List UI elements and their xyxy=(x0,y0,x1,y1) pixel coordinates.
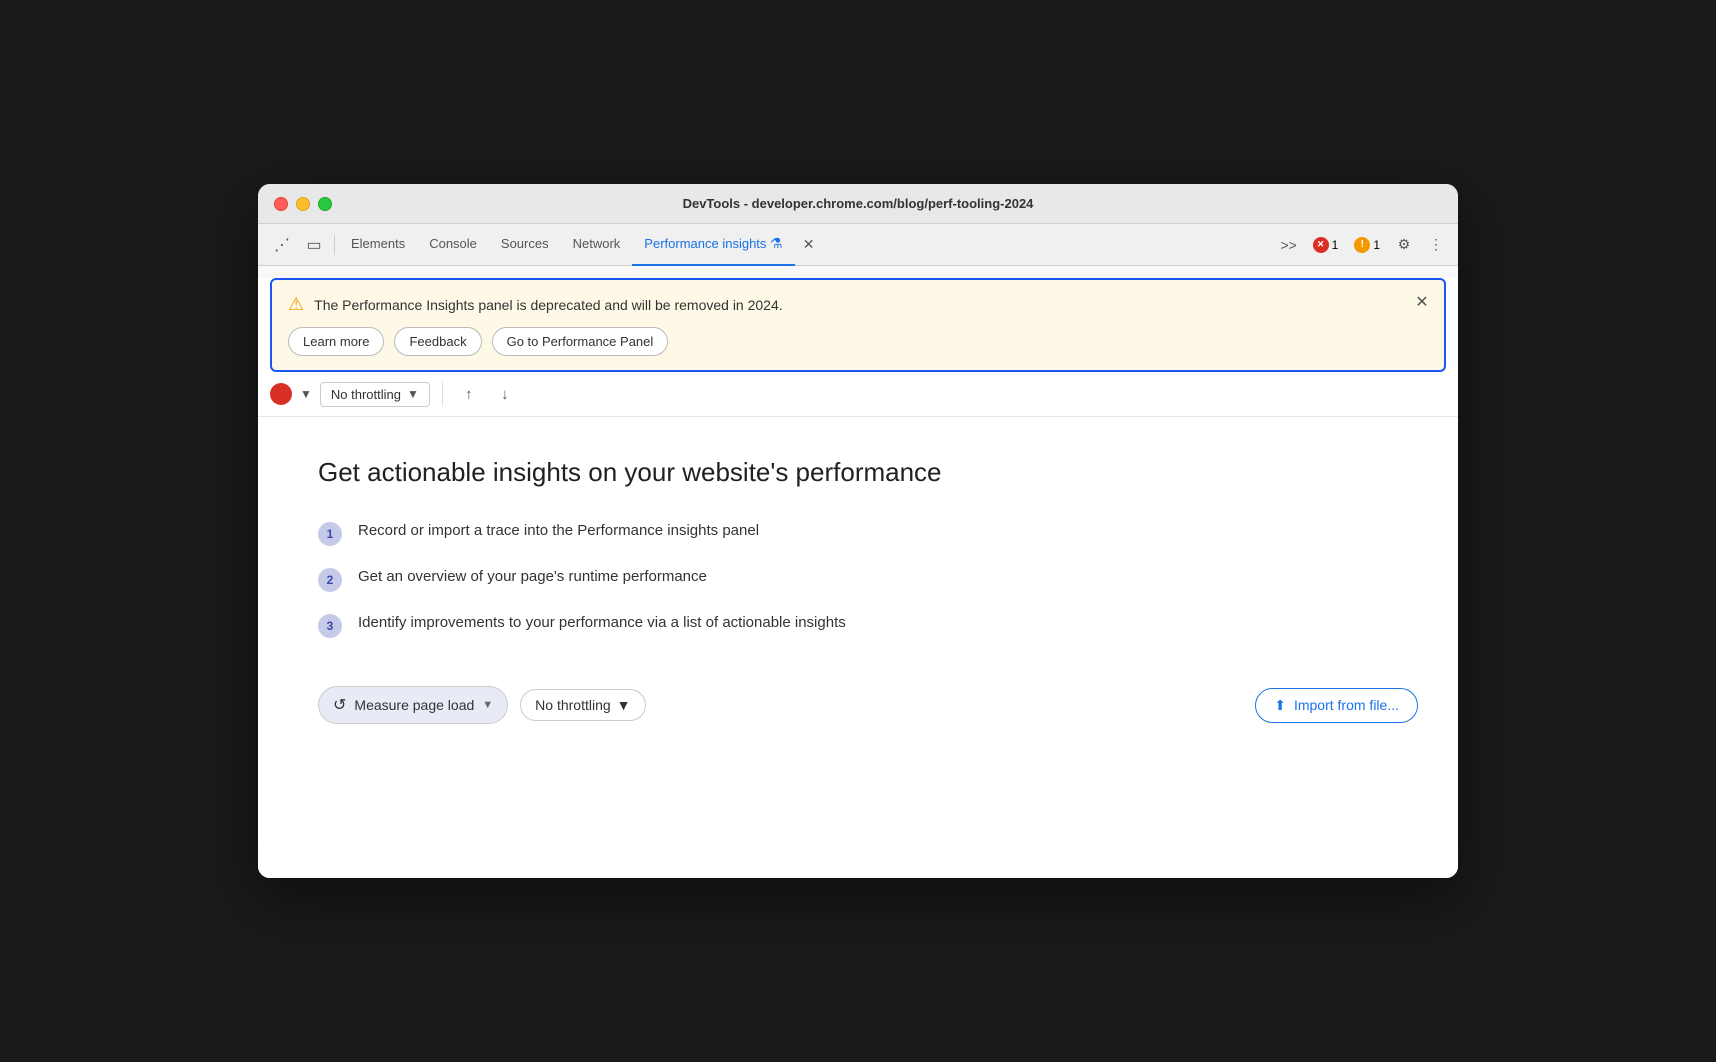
step-item-3: 3 Identify improvements to your performa… xyxy=(318,612,1418,638)
banner-message: The Performance Insights panel is deprec… xyxy=(314,297,783,313)
banner-close-button[interactable]: ✕ xyxy=(1410,290,1434,314)
measure-page-load-button[interactable]: ↺ Measure page load ▼ xyxy=(318,686,508,724)
warning-icon-small: ! xyxy=(1361,239,1364,250)
close-icon: ✕ xyxy=(1415,292,1428,312)
bottom-throttling-dropdown[interactable]: No throttling ▼ xyxy=(520,689,645,721)
more-tabs-btn[interactable]: >> xyxy=(1275,231,1303,259)
title-bar: DevTools - developer.chrome.com/blog/per… xyxy=(258,184,1458,224)
close-button[interactable] xyxy=(274,197,288,211)
error-badge[interactable]: ✕ 1 xyxy=(1307,235,1345,255)
download-icon: ↓ xyxy=(501,386,509,403)
warning-badge[interactable]: ! 1 xyxy=(1348,235,1386,255)
download-button[interactable]: ↓ xyxy=(491,380,519,408)
panel-content: ⚠ The Performance Insights panel is depr… xyxy=(258,278,1458,878)
banner-text-row: ⚠ The Performance Insights panel is depr… xyxy=(288,294,1428,315)
toolbar-sep xyxy=(442,382,443,406)
step-number-1: 1 xyxy=(318,522,342,546)
step-number-2: 2 xyxy=(318,568,342,592)
tabs-bar: ⋰ ▭ Elements Console Sources Network Per… xyxy=(258,224,1458,266)
more-menu-btn[interactable]: ⋮ xyxy=(1422,231,1450,259)
error-dot: ✕ xyxy=(1313,237,1329,253)
tab-separator-left xyxy=(334,235,335,255)
tab-elements[interactable]: Elements xyxy=(339,224,417,266)
import-upload-icon: ⬆ xyxy=(1274,697,1286,714)
step-text-2: Get an overview of your page's runtime p… xyxy=(358,566,707,589)
feedback-button[interactable]: Feedback xyxy=(394,327,481,356)
steps-list: 1 Record or import a trace into the Perf… xyxy=(318,520,1418,638)
settings-btn[interactable]: ⚙ xyxy=(1390,231,1418,259)
throttling-arrow: ▼ xyxy=(407,387,419,401)
step-number-3: 3 xyxy=(318,614,342,638)
step-item-1: 1 Record or import a trace into the Perf… xyxy=(318,520,1418,546)
devtools-body: ⋰ ▭ Elements Console Sources Network Per… xyxy=(258,224,1458,878)
close-icon-small: ✕ xyxy=(1317,239,1325,250)
warning-count: 1 xyxy=(1373,238,1380,252)
device-icon: ▭ xyxy=(306,235,321,255)
tab-network[interactable]: Network xyxy=(561,224,633,266)
import-from-file-button[interactable]: ⬆ Import from file... xyxy=(1255,688,1418,723)
error-count: 1 xyxy=(1332,238,1339,252)
step-text-3: Identify improvements to your performanc… xyxy=(358,612,846,635)
step-item-2: 2 Get an overview of your page's runtime… xyxy=(318,566,1418,592)
more-menu-icon: ⋮ xyxy=(1429,236,1443,253)
tab-console[interactable]: Console xyxy=(417,224,489,266)
selector-icon: ⋰ xyxy=(274,235,290,255)
recording-toolbar: ▼ No throttling ▼ ↑ ↓ xyxy=(258,372,1458,417)
tabs-right: >> ✕ 1 ! 1 ⚙ ⋮ xyxy=(1275,231,1450,259)
window-title: DevTools - developer.chrome.com/blog/per… xyxy=(683,196,1034,211)
banner-buttons: Learn more Feedback Go to Performance Pa… xyxy=(288,327,1428,356)
close-icon: ✕ xyxy=(803,236,815,253)
throttling-label: No throttling xyxy=(331,387,401,402)
device-icon-btn[interactable]: ▭ xyxy=(298,229,330,261)
refresh-icon: ↺ xyxy=(333,695,346,715)
flask-icon: ⚗ xyxy=(770,235,783,252)
throttling-dropdown[interactable]: No throttling ▼ xyxy=(320,382,430,407)
tab-performance-insights[interactable]: Performance insights ⚗ xyxy=(632,224,794,266)
record-button[interactable] xyxy=(270,383,292,405)
main-heading: Get actionable insights on your website'… xyxy=(318,457,1418,488)
warning-dot: ! xyxy=(1354,237,1370,253)
tab-sources[interactable]: Sources xyxy=(489,224,561,266)
record-dropdown-arrow[interactable]: ▼ xyxy=(300,387,312,401)
minimize-button[interactable] xyxy=(296,197,310,211)
banner-inner: ⚠ The Performance Insights panel is depr… xyxy=(288,294,1428,356)
bottom-toolbar: ↺ Measure page load ▼ No throttling ▼ ⬆ … xyxy=(318,686,1418,744)
selector-icon-btn[interactable]: ⋰ xyxy=(266,229,298,261)
maximize-button[interactable] xyxy=(318,197,332,211)
go-to-panel-button[interactable]: Go to Performance Panel xyxy=(492,327,669,356)
step-text-1: Record or import a trace into the Perfor… xyxy=(358,520,759,543)
learn-more-button[interactable]: Learn more xyxy=(288,327,384,356)
upload-icon: ↑ xyxy=(465,386,473,403)
devtools-window: DevTools - developer.chrome.com/blog/per… xyxy=(258,184,1458,878)
measure-dropdown-arrow: ▼ xyxy=(482,699,493,711)
warning-triangle-icon: ⚠ xyxy=(288,294,304,315)
settings-icon: ⚙ xyxy=(1398,236,1411,253)
traffic-lights xyxy=(274,197,332,211)
measure-label: Measure page load xyxy=(354,697,474,713)
main-content: Get actionable insights on your website'… xyxy=(258,417,1458,784)
bottom-throttling-arrow: ▼ xyxy=(617,697,631,713)
import-label: Import from file... xyxy=(1294,697,1399,713)
deprecation-banner: ⚠ The Performance Insights panel is depr… xyxy=(270,278,1446,372)
more-tabs-icon: >> xyxy=(1280,237,1296,253)
upload-button[interactable]: ↑ xyxy=(455,380,483,408)
bottom-throttling-label: No throttling xyxy=(535,697,610,713)
close-tab-btn[interactable]: ✕ xyxy=(795,231,823,259)
